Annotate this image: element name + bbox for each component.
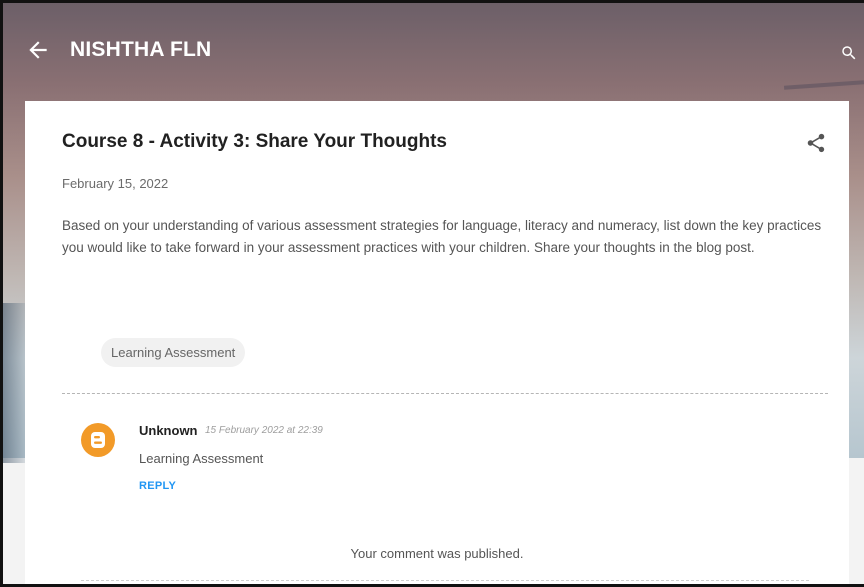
comments-divider <box>62 393 828 394</box>
comment-timestamp[interactable]: 15 February 2022 at 22:39 <box>205 425 323 436</box>
arrow-left-icon[interactable] <box>25 37 51 63</box>
label-chip-learning-assessment[interactable]: Learning Assessment <box>101 338 246 367</box>
top-bar: NISHTHA FLN <box>3 3 864 99</box>
comment-published-message: Your comment was published. <box>350 546 524 561</box>
blogger-icon[interactable] <box>81 423 115 457</box>
post-date: February 15, 2022 <box>62 176 169 191</box>
comment-text: Learning Assessment <box>139 451 264 466</box>
post-body: Based on your understanding of various a… <box>62 218 822 255</box>
search-icon[interactable] <box>840 44 858 62</box>
reply-button[interactable]: REPLY <box>139 480 176 492</box>
comment-author: Unknown <box>139 423 198 438</box>
browser-frame: NISHTHA FLN Course 8 - Activity 3: Share… <box>0 0 864 587</box>
blog-title[interactable]: NISHTHA FLN <box>70 38 211 62</box>
post-title[interactable]: Course 8 - Activity 3: Share Your Though… <box>62 131 447 153</box>
comment-item: Unknown 15 February 2022 at 22:39 Learni… <box>81 421 801 511</box>
share-icon[interactable] <box>805 132 827 154</box>
bottom-divider <box>81 580 809 581</box>
post-card: Course 8 - Activity 3: Share Your Though… <box>25 101 849 584</box>
